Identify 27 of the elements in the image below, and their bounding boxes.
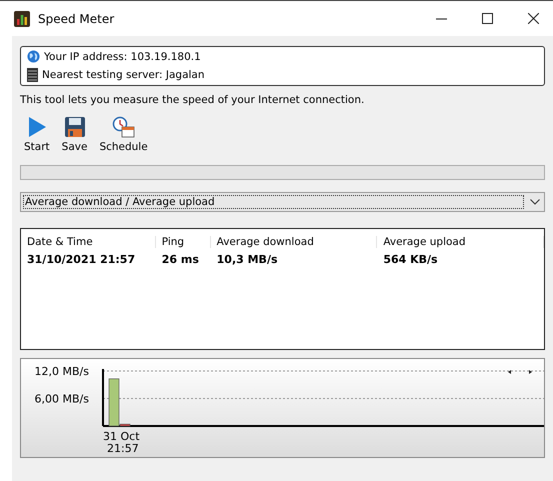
column-header[interactable]: Ping bbox=[156, 236, 211, 248]
window-title: Speed Meter bbox=[38, 12, 114, 26]
globe-icon bbox=[27, 50, 40, 63]
axis-tick-label: 12,0 MB/s bbox=[34, 365, 89, 378]
close-icon[interactable] bbox=[528, 13, 539, 24]
toolbar-button[interactable]: Schedule bbox=[97, 114, 150, 155]
ip-address-text: Your IP address: 103.19.180.1 bbox=[44, 50, 201, 62]
column-header[interactable]: Average download bbox=[210, 236, 378, 248]
app-icon bbox=[14, 10, 30, 26]
column-header[interactable]: Average upload bbox=[377, 236, 544, 248]
table-cell-text: 31/10/2021 21:57 bbox=[26, 253, 136, 266]
table-cell-text: 564 KB/s bbox=[382, 253, 439, 266]
clock-calendar-icon bbox=[112, 116, 136, 138]
toolbar-button[interactable]: Start bbox=[22, 114, 52, 155]
chevron-down-icon bbox=[530, 199, 540, 205]
table-cell-text: 26 ms bbox=[160, 253, 200, 266]
axis-tick-label: 6,00 MB/s bbox=[34, 392, 89, 406]
column-header[interactable]: Date & Time bbox=[21, 236, 156, 248]
scroll-arrows-icon[interactable] bbox=[508, 370, 532, 374]
description-text: This tool lets you measure the speed of your Internet connection. bbox=[20, 94, 366, 106]
axis-category-label: 31 Oct 21:57 bbox=[103, 430, 140, 455]
toolbar-button[interactable]: Save bbox=[60, 114, 90, 155]
table-cell-text: 10,3 MB/s bbox=[216, 253, 279, 266]
server-text: Nearest testing server: Jagalan bbox=[42, 69, 205, 81]
maximize-icon[interactable] bbox=[482, 13, 493, 24]
chart-type-dropdown[interactable]: Average download / Average upload bbox=[20, 192, 545, 212]
server-icon bbox=[27, 68, 38, 82]
